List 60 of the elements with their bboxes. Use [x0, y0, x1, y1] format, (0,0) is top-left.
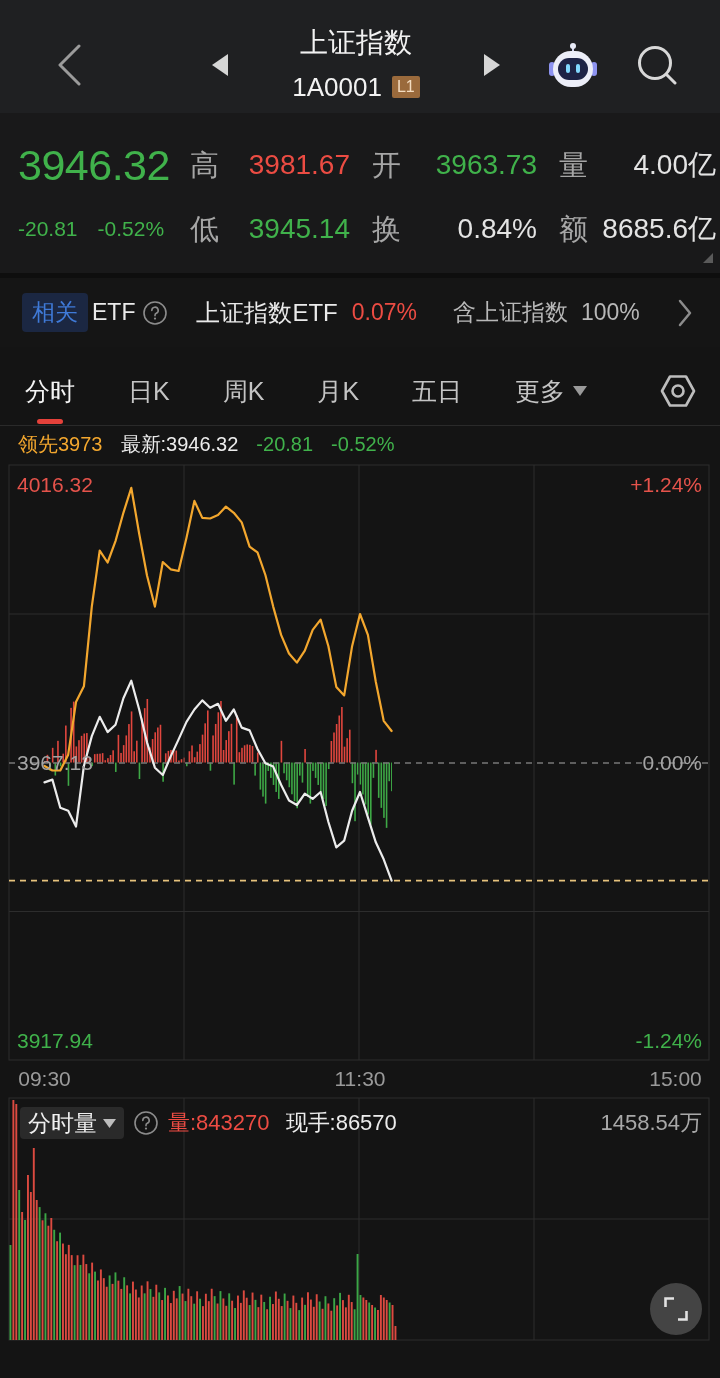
stat-label: 低	[189, 212, 220, 247]
stat-label: 换	[371, 212, 402, 247]
level-badge: L1	[391, 75, 420, 98]
price-change: -20.81	[18, 216, 78, 242]
caret-icon	[573, 386, 588, 396]
volume-max-label: 1458.54万	[600, 1109, 702, 1137]
chart-tab[interactable]: 分时	[25, 374, 75, 424]
stat-label: 量	[558, 148, 589, 183]
stock-code: 1A0001	[292, 71, 382, 102]
etf-name[interactable]: 上证指数ETF	[196, 296, 338, 329]
chart-tab[interactable]: 日K	[128, 374, 170, 424]
stat-value: 3981.67	[248, 148, 350, 182]
percent-axis-label: 0.00%	[641, 750, 703, 776]
legend-change: -20.81	[256, 433, 314, 456]
related-tag: 相关	[22, 293, 88, 332]
etf-label: ETF	[92, 299, 136, 326]
last-price: 3946.32	[18, 140, 171, 191]
legend-label: 最新:3946.32	[120, 432, 239, 457]
stat-value: 3945.14	[248, 212, 350, 246]
legend-change-percent: -0.52%	[331, 433, 395, 456]
right-triangle-icon[interactable]	[484, 53, 500, 76]
price-axis-label: 4016.32	[16, 472, 94, 498]
back-icon[interactable]	[57, 43, 81, 86]
stat-label: 高	[189, 148, 220, 183]
time-axis-label: 09:30	[18, 1066, 71, 1092]
holding-label: 含上证指数	[453, 298, 568, 327]
chart-tab[interactable]: 周K	[222, 374, 265, 424]
stat-value: 4.00亿	[633, 148, 716, 182]
stat-value: 8685.6亿	[602, 212, 716, 246]
left-triangle-icon[interactable]	[212, 53, 228, 76]
stat-value: 0.84%	[457, 212, 537, 246]
percent-axis-label: -1.24%	[634, 1028, 703, 1054]
stat-label: 额	[558, 212, 589, 247]
time-axis-label: 11:30	[334, 1066, 386, 1092]
help-icon[interactable]	[134, 1111, 158, 1135]
robot-icon[interactable]	[549, 41, 597, 88]
holding-percent: 100%	[581, 299, 640, 326]
search-icon[interactable]	[637, 44, 677, 85]
chart-tab[interactable]: 五日	[412, 374, 463, 424]
settings-icon[interactable]	[660, 374, 696, 408]
percent-axis-label: +1.24%	[629, 472, 703, 498]
time-axis-label: 15:00	[649, 1066, 702, 1092]
chevron-right-icon[interactable]	[678, 298, 692, 327]
caret-icon	[103, 1118, 116, 1128]
fullscreen-button[interactable]	[650, 1283, 702, 1335]
fullscreen-icon	[664, 1297, 688, 1321]
chart-tab[interactable]: 更多	[515, 374, 588, 424]
stat-label: 开	[371, 148, 402, 183]
stat-value: 3963.73	[435, 148, 537, 182]
current-hand-reading: 现手:86570	[285, 1109, 397, 1137]
help-icon[interactable]	[143, 300, 168, 325]
page-title: 上证指数	[300, 25, 412, 60]
etf-change: 0.07%	[351, 299, 417, 326]
volume-selector-button[interactable]: 分时量	[20, 1107, 124, 1139]
corner-triangle-icon[interactable]	[703, 253, 713, 263]
chart-tab[interactable]: 月K	[317, 374, 360, 424]
price-axis-label: 3917.94	[16, 1028, 94, 1054]
legend-label: 领先3973	[18, 432, 103, 457]
volume-reading: 量:843270	[168, 1109, 270, 1137]
price-change-percent: -0.52%	[97, 216, 165, 242]
